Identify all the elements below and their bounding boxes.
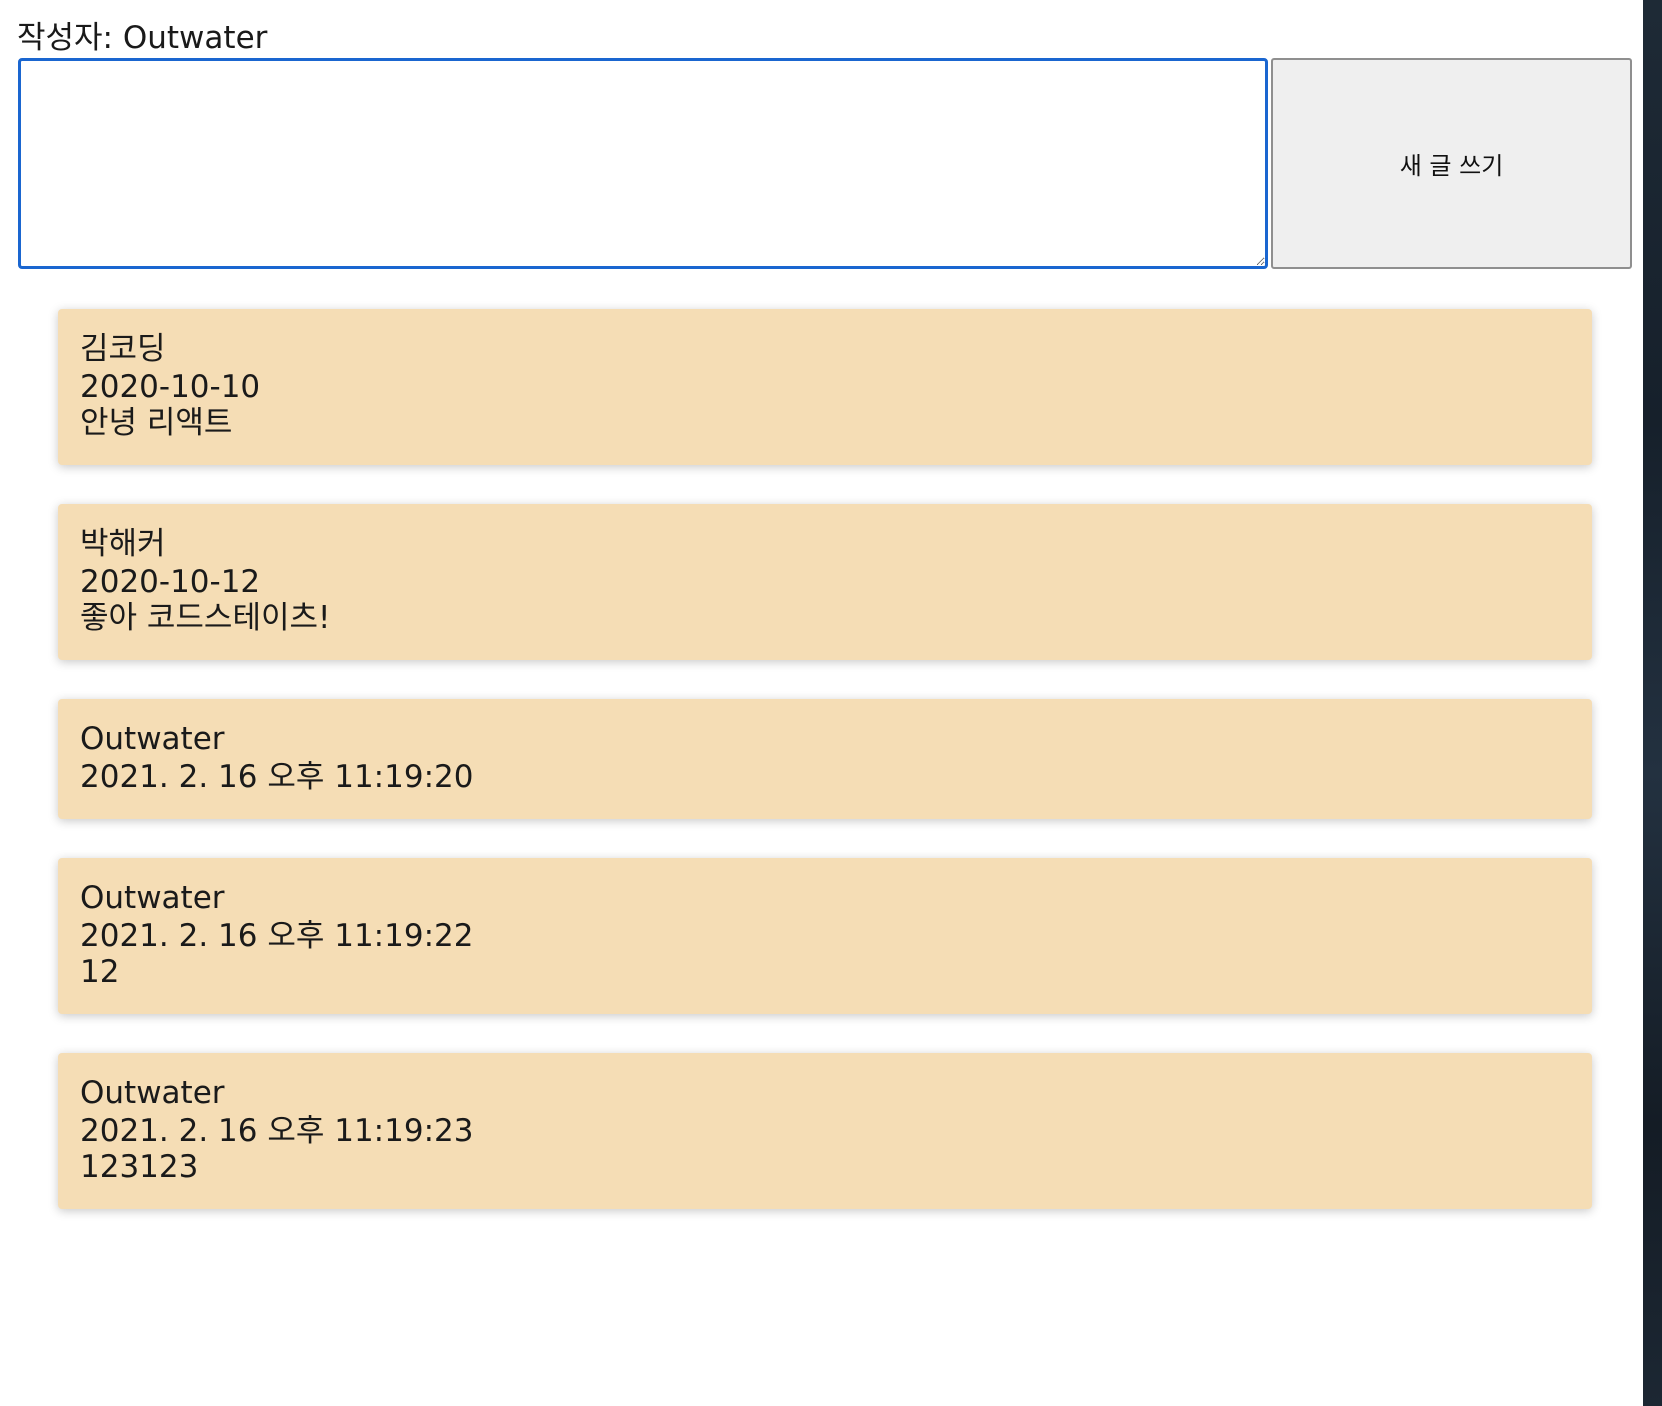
tweet-author: Outwater — [80, 721, 225, 757]
tweet-date: 2020-10-10 — [80, 369, 261, 405]
tweet-date: 2020-10-12 — [80, 564, 261, 600]
tweet-message: 안녕 리액트 — [80, 405, 233, 441]
tweet-author: Outwater — [80, 880, 225, 916]
desktop-background-edge — [1643, 0, 1662, 1406]
tweet-author: Outwater — [80, 1075, 225, 1111]
tweet-card: 박해커 2020-10-12 좋아 코드스테이츠! — [58, 504, 1592, 660]
author-label: 작성자: Outwater — [17, 20, 268, 56]
tweet-message: 좋아 코드스테이츠! — [80, 600, 331, 636]
tweet-card: Outwater 2021. 2. 16 오후 11:19:23 123123 — [58, 1053, 1592, 1209]
tweet-card: 김코딩 2020-10-10 안녕 리액트 — [58, 309, 1592, 465]
new-post-button[interactable]: 새 글 쓰기 — [1271, 58, 1632, 269]
tweet-message: 12 — [80, 954, 120, 990]
tweet-author: 박해커 — [80, 526, 166, 562]
tweet-card: Outwater 2021. 2. 16 오후 11:19:20 — [58, 699, 1592, 819]
tweet-message: 123123 — [80, 1149, 199, 1185]
tweet-card: Outwater 2021. 2. 16 오후 11:19:22 12 — [58, 858, 1592, 1014]
tweet-date: 2021. 2. 16 오후 11:19:23 — [80, 1113, 474, 1149]
tweet-textarea[interactable] — [18, 58, 1268, 269]
tweet-date: 2021. 2. 16 오후 11:19:20 — [80, 759, 474, 795]
tweet-date: 2021. 2. 16 오후 11:19:22 — [80, 918, 474, 954]
tweet-list: 김코딩 2020-10-10 안녕 리액트 박해커 2020-10-12 좋아 … — [58, 309, 1592, 1248]
tweet-author: 김코딩 — [80, 331, 166, 367]
